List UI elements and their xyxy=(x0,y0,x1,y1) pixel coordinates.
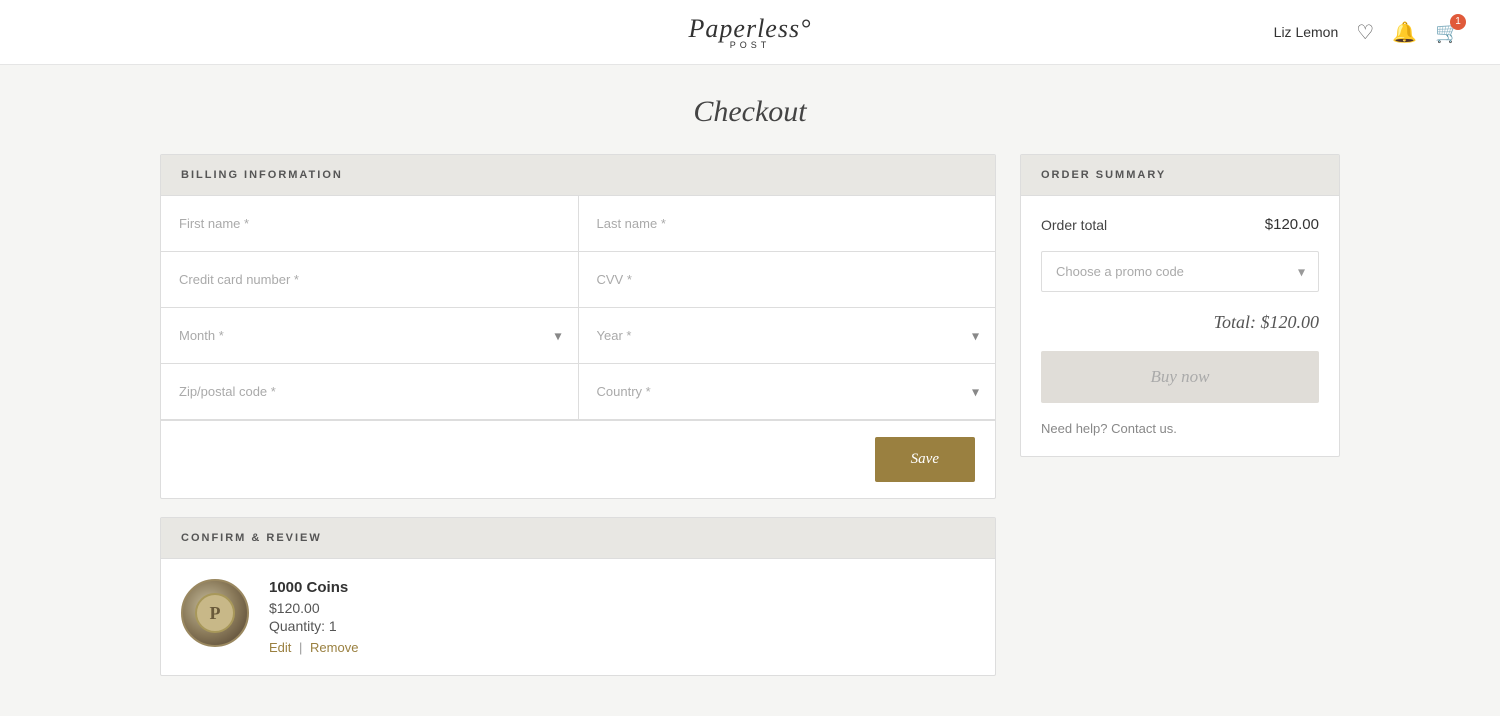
cart-badge: 1 xyxy=(1450,14,1466,30)
credit-card-input[interactable] xyxy=(161,252,578,307)
cvv-input[interactable] xyxy=(579,252,996,307)
favorites-icon[interactable]: ♡ xyxy=(1356,20,1374,45)
zip-input[interactable] xyxy=(161,364,578,419)
form-actions: Save xyxy=(161,420,995,498)
confirm-header: CONFIRM & REVIEW xyxy=(161,518,995,559)
order-summary-body: Order total $120.00 Choose a promo code … xyxy=(1021,196,1339,456)
first-name-field[interactable] xyxy=(161,196,579,251)
billing-section: BILLING INFORMATION xyxy=(160,154,996,676)
link-separator: | xyxy=(299,640,306,655)
product-info: 1000 Coins $120.00 Quantity: 1 Edit | Re… xyxy=(269,579,358,655)
promo-select[interactable]: Choose a promo code xyxy=(1041,251,1319,292)
site-header: Paperless° POST Liz Lemon ♡ 🔔 🛒 1 xyxy=(0,0,1500,65)
product-logo-inner: P xyxy=(195,593,235,633)
expiry-row: Month * 01 - January 02 - February 03 - … xyxy=(161,308,995,364)
country-select[interactable]: Country * United States United Kingdom C… xyxy=(579,364,996,419)
grand-total: Total: $120.00 xyxy=(1041,312,1319,333)
order-total-amount: $120.00 xyxy=(1265,216,1319,233)
need-help-label: Need help? xyxy=(1041,421,1108,436)
country-field[interactable]: Country * United States United Kingdom C… xyxy=(579,364,996,419)
header-right: Liz Lemon ♡ 🔔 🛒 1 xyxy=(1260,20,1460,45)
month-field[interactable]: Month * 01 - January 02 - February 03 - … xyxy=(161,308,579,363)
contact-link[interactable]: Contact us. xyxy=(1111,421,1177,436)
product-price: $120.00 xyxy=(269,600,358,616)
username-display: Liz Lemon xyxy=(1274,24,1339,40)
site-logo[interactable]: Paperless° POST xyxy=(689,14,812,50)
help-text: Need help? Contact us. xyxy=(1041,421,1319,436)
remove-link[interactable]: Remove xyxy=(310,640,358,655)
buy-now-button[interactable]: Buy now xyxy=(1041,351,1319,403)
product-name: 1000 Coins xyxy=(269,579,358,596)
product-logo: P xyxy=(181,579,249,647)
credit-card-field[interactable] xyxy=(161,252,579,307)
page-title-area: Checkout xyxy=(0,65,1500,154)
order-summary-card: ORDER SUMMARY Order total $120.00 Choose… xyxy=(1020,154,1340,457)
year-select[interactable]: Year * 2024 2025 2026 2027 2028 2029 xyxy=(579,308,996,363)
cvv-field[interactable] xyxy=(579,252,996,307)
last-name-field[interactable] xyxy=(579,196,996,251)
card-row xyxy=(161,252,995,308)
order-summary-section: ORDER SUMMARY Order total $120.00 Choose… xyxy=(1020,154,1340,457)
month-select[interactable]: Month * 01 - January 02 - February 03 - … xyxy=(161,308,578,363)
last-name-input[interactable] xyxy=(579,196,996,251)
page-title: Checkout xyxy=(0,95,1500,129)
first-name-input[interactable] xyxy=(161,196,578,251)
location-row: Country * United States United Kingdom C… xyxy=(161,364,995,420)
save-button[interactable]: Save xyxy=(875,437,975,482)
edit-link[interactable]: Edit xyxy=(269,640,291,655)
product-quantity: Quantity: 1 xyxy=(269,618,358,634)
notifications-icon[interactable]: 🔔 xyxy=(1392,20,1417,45)
order-total-row: Order total $120.00 xyxy=(1041,216,1319,233)
billing-card: BILLING INFORMATION xyxy=(160,154,996,499)
confirm-body: P 1000 Coins $120.00 Quantity: 1 Edit | … xyxy=(161,559,995,675)
logo-sub: POST xyxy=(730,40,771,50)
promo-select-wrapper[interactable]: Choose a promo code xyxy=(1041,251,1319,292)
order-summary-header: ORDER SUMMARY xyxy=(1021,155,1339,196)
year-field[interactable]: Year * 2024 2025 2026 2027 2028 2029 xyxy=(579,308,996,363)
zip-field[interactable] xyxy=(161,364,579,419)
confirm-card: CONFIRM & REVIEW P 1000 Coins $120.00 Qu… xyxy=(160,517,996,676)
billing-header: BILLING INFORMATION xyxy=(161,155,995,196)
order-total-label: Order total xyxy=(1041,217,1107,233)
name-row xyxy=(161,196,995,252)
logo-letter: P xyxy=(210,603,221,624)
cart-icon[interactable]: 🛒 1 xyxy=(1435,20,1460,45)
main-content: BILLING INFORMATION xyxy=(120,154,1380,716)
product-links: Edit | Remove xyxy=(269,640,358,655)
